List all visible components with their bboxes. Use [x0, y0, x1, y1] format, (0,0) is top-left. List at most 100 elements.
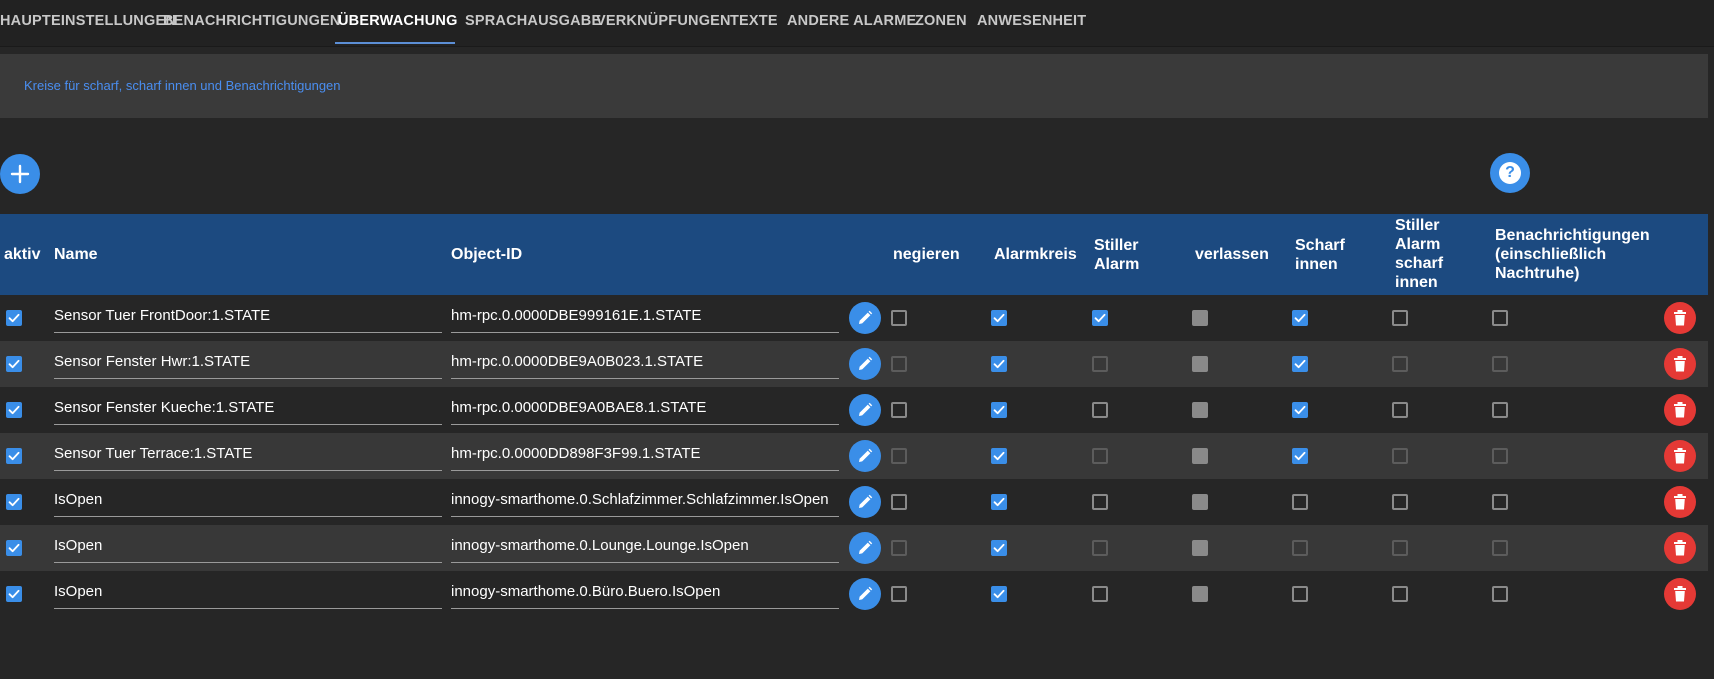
tab-texte[interactable]: TEXTE	[730, 0, 778, 46]
edit-object-button[interactable]	[849, 394, 881, 426]
negieren-checkbox[interactable]	[891, 402, 907, 418]
aktiv-checkbox[interactable]	[6, 402, 22, 418]
edit-object-button[interactable]	[849, 348, 881, 380]
verlassen-checkbox[interactable]	[1192, 540, 1208, 556]
benachrichtigungen-checkbox[interactable]	[1492, 586, 1508, 602]
stiller-alarm-scharf-innen-checkbox[interactable]	[1392, 586, 1408, 602]
alarmkreis-checkbox[interactable]	[991, 448, 1007, 464]
aktiv-checkbox[interactable]	[6, 310, 22, 326]
stiller-alarm-scharf-innen-checkbox[interactable]	[1392, 448, 1408, 464]
benachrichtigungen-checkbox[interactable]	[1492, 540, 1508, 556]
scharf-innen-checkbox[interactable]	[1292, 494, 1308, 510]
object-id-input[interactable]: innogy-smarthome.0.Lounge.Lounge.IsOpen	[451, 535, 839, 563]
benachrichtigungen-checkbox[interactable]	[1492, 402, 1508, 418]
verlassen-checkbox[interactable]	[1192, 586, 1208, 602]
aktiv-checkbox[interactable]	[6, 540, 22, 556]
header-scharf-innen: Scharf innen	[1295, 236, 1345, 274]
verlassen-checkbox[interactable]	[1192, 448, 1208, 464]
delete-row-button[interactable]	[1664, 578, 1696, 610]
table-row: Sensor Tuer Terrace:1.STATE hm-rpc.0.0000…	[0, 433, 1708, 479]
name-input[interactable]: Sensor Tuer FrontDoor:1.STATE	[54, 305, 442, 333]
tab-anwesenheit[interactable]: ANWESENHEIT	[977, 0, 1086, 46]
name-input[interactable]: Sensor Fenster Kueche:1.STATE	[54, 397, 442, 425]
benachrichtigungen-checkbox[interactable]	[1492, 310, 1508, 326]
stiller-alarm-scharf-innen-checkbox[interactable]	[1392, 402, 1408, 418]
info-text: Kreise für scharf, scharf innen und Bena…	[24, 78, 341, 93]
tab-ueberwachung[interactable]: ÜBERWACHUNG	[338, 0, 458, 46]
edit-object-button[interactable]	[849, 532, 881, 564]
scharf-innen-checkbox[interactable]	[1292, 448, 1308, 464]
stiller-alarm-checkbox[interactable]	[1092, 448, 1108, 464]
stiller-alarm-scharf-innen-checkbox[interactable]	[1392, 540, 1408, 556]
alarmkreis-checkbox[interactable]	[991, 586, 1007, 602]
aktiv-checkbox[interactable]	[6, 356, 22, 372]
negieren-checkbox[interactable]	[891, 310, 907, 326]
stiller-alarm-scharf-innen-checkbox[interactable]	[1392, 356, 1408, 372]
delete-row-button[interactable]	[1664, 302, 1696, 334]
negieren-checkbox[interactable]	[891, 356, 907, 372]
alarmkreis-checkbox[interactable]	[991, 310, 1007, 326]
scharf-innen-checkbox[interactable]	[1292, 586, 1308, 602]
name-input[interactable]: IsOpen	[54, 489, 442, 517]
stiller-alarm-checkbox[interactable]	[1092, 494, 1108, 510]
delete-row-button[interactable]	[1664, 440, 1696, 472]
name-input[interactable]: IsOpen	[54, 535, 442, 563]
help-button[interactable]: ?	[1490, 153, 1530, 193]
table-row: Sensor Fenster Hwr:1.STATE hm-rpc.0.0000D…	[0, 341, 1708, 387]
delete-row-button[interactable]	[1664, 486, 1696, 518]
edit-object-button[interactable]	[849, 440, 881, 472]
delete-row-button[interactable]	[1664, 532, 1696, 564]
add-button[interactable]	[0, 154, 40, 194]
verlassen-checkbox[interactable]	[1192, 494, 1208, 510]
object-id-input[interactable]: innogy-smarthome.0.Büro.Buero.IsOpen	[451, 581, 839, 609]
benachrichtigungen-checkbox[interactable]	[1492, 448, 1508, 464]
stiller-alarm-scharf-innen-checkbox[interactable]	[1392, 494, 1408, 510]
verlassen-checkbox[interactable]	[1192, 310, 1208, 326]
negieren-checkbox[interactable]	[891, 494, 907, 510]
name-input[interactable]: Sensor Fenster Hwr:1.STATE	[54, 351, 442, 379]
stiller-alarm-checkbox[interactable]	[1092, 402, 1108, 418]
name-input[interactable]: IsOpen	[54, 581, 442, 609]
negieren-checkbox[interactable]	[891, 448, 907, 464]
object-id-input[interactable]: innogy-smarthome.0.Schlafzimmer.Schlafzi…	[451, 489, 839, 517]
tab-benachrichtigungen[interactable]: BENACHRICHTIGUNGEN	[163, 0, 341, 46]
object-id-input[interactable]: hm-rpc.0.0000DBE9A0BAE8.1.STATE	[451, 397, 839, 425]
scharf-innen-checkbox[interactable]	[1292, 402, 1308, 418]
edit-object-button[interactable]	[849, 302, 881, 334]
benachrichtigungen-checkbox[interactable]	[1492, 356, 1508, 372]
negieren-checkbox[interactable]	[891, 586, 907, 602]
verlassen-checkbox[interactable]	[1192, 402, 1208, 418]
aktiv-checkbox[interactable]	[6, 586, 22, 602]
verlassen-checkbox[interactable]	[1192, 356, 1208, 372]
stiller-alarm-checkbox[interactable]	[1092, 356, 1108, 372]
tab-sprachausgabe[interactable]: SPRACHAUSGABE	[465, 0, 601, 46]
edit-object-button[interactable]	[849, 486, 881, 518]
edit-object-button[interactable]	[849, 578, 881, 610]
aktiv-checkbox[interactable]	[6, 494, 22, 510]
scharf-innen-checkbox[interactable]	[1292, 356, 1308, 372]
alarmkreis-checkbox[interactable]	[991, 356, 1007, 372]
stiller-alarm-checkbox[interactable]	[1092, 310, 1108, 326]
tab-verknuepfungen[interactable]: VERKNÜPFUNGEN	[596, 0, 731, 46]
benachrichtigungen-checkbox[interactable]	[1492, 494, 1508, 510]
scharf-innen-checkbox[interactable]	[1292, 540, 1308, 556]
object-id-input[interactable]: hm-rpc.0.0000DBE999161E.1.STATE	[451, 305, 839, 333]
stiller-alarm-scharf-innen-checkbox[interactable]	[1392, 310, 1408, 326]
negieren-checkbox[interactable]	[891, 540, 907, 556]
alarmkreis-checkbox[interactable]	[991, 540, 1007, 556]
scharf-innen-checkbox[interactable]	[1292, 310, 1308, 326]
tab-andere-alarme[interactable]: ANDERE ALARME	[787, 0, 916, 46]
active-tab-indicator	[335, 42, 455, 44]
aktiv-checkbox[interactable]	[6, 448, 22, 464]
alarmkreis-checkbox[interactable]	[991, 494, 1007, 510]
tab-zonen[interactable]: ZONEN	[915, 0, 967, 46]
tab-haupteinstellungen[interactable]: HAUPTEINSTELLUNGEN	[0, 0, 176, 46]
delete-row-button[interactable]	[1664, 348, 1696, 380]
name-input[interactable]: Sensor Tuer Terrace:1.STATE	[54, 443, 442, 471]
stiller-alarm-checkbox[interactable]	[1092, 586, 1108, 602]
object-id-input[interactable]: hm-rpc.0.0000DD898F3F99.1.STATE	[451, 443, 839, 471]
stiller-alarm-checkbox[interactable]	[1092, 540, 1108, 556]
delete-row-button[interactable]	[1664, 394, 1696, 426]
alarmkreis-checkbox[interactable]	[991, 402, 1007, 418]
object-id-input[interactable]: hm-rpc.0.0000DBE9A0B023.1.STATE	[451, 351, 839, 379]
